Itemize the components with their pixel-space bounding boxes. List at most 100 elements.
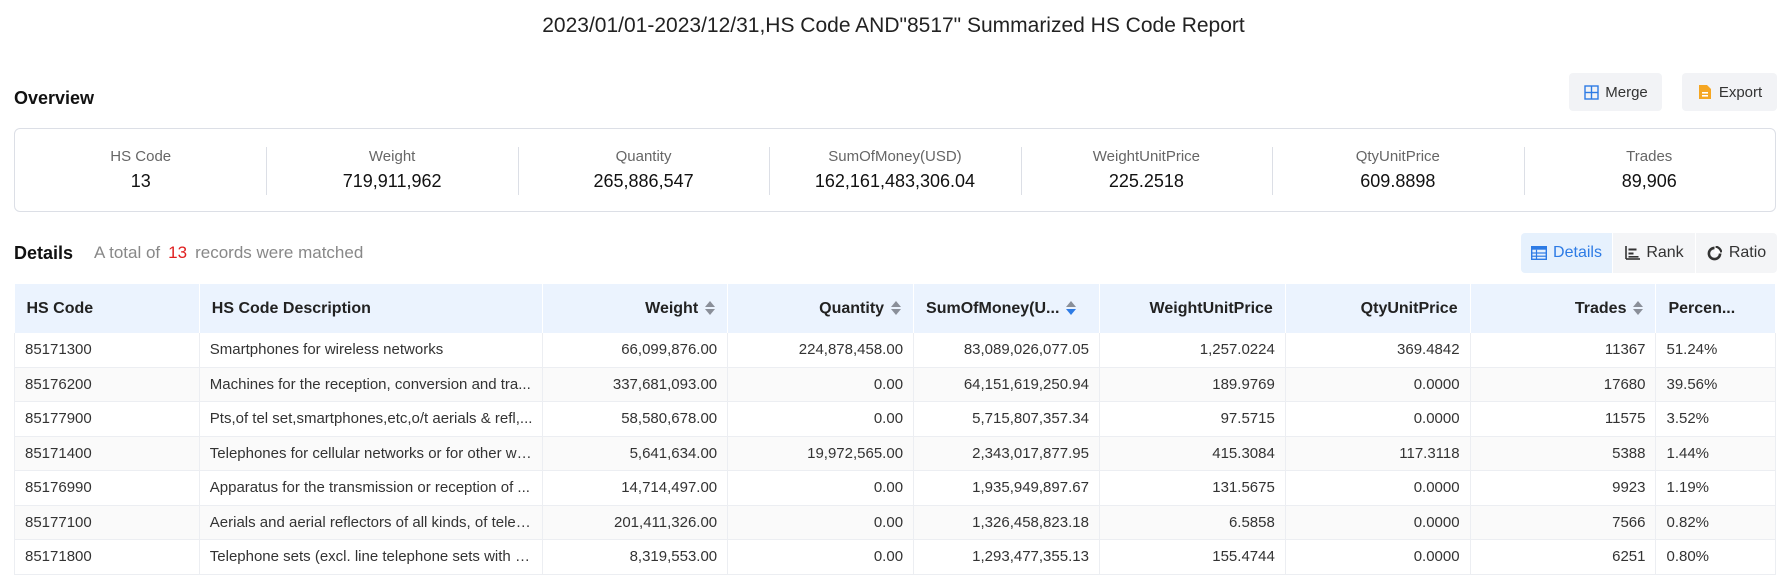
column-header-quantity[interactable]: Quantity xyxy=(727,284,915,333)
cell-weight-unit-price: 6.5858 xyxy=(1099,505,1286,540)
cell-hs-code: 85176200 xyxy=(14,367,200,402)
cell-weight: 337,681,093.00 xyxy=(542,367,729,402)
column-header-sum-of-money[interactable]: SumOfMoney(U... xyxy=(913,284,1100,333)
pie-chart-icon xyxy=(1707,245,1723,261)
cell-trades: 7566 xyxy=(1470,505,1657,540)
cell-qty-unit-price: 0.0000 xyxy=(1285,539,1471,575)
cell-description: Telephone sets (excl. line telephone set… xyxy=(199,539,544,575)
cell-sum-of-money: 1,293,477,355.13 xyxy=(913,539,1100,575)
cell-hs-code: 85171400 xyxy=(14,436,200,471)
cell-weight: 66,099,876.00 xyxy=(542,333,729,368)
cell-qty-unit-price: 0.0000 xyxy=(1285,367,1471,402)
cell-trades: 11575 xyxy=(1470,401,1657,437)
stat-label: QtyUnitPrice xyxy=(1355,148,1440,165)
stat-label: Weight xyxy=(368,148,416,165)
cell-trades: 11367 xyxy=(1470,333,1657,368)
export-icon xyxy=(1697,84,1713,100)
table-row[interactable]: 85171800 Telephone sets (excl. line telep… xyxy=(14,539,1776,575)
table-row[interactable]: 85176990 Apparatus for the transmission o… xyxy=(14,470,1776,506)
stat-value: 89,906 xyxy=(1621,171,1677,191)
cell-quantity: 0.00 xyxy=(727,401,915,437)
cell-sum-of-money: 83,089,026,077.05 xyxy=(913,333,1100,368)
column-header-description[interactable]: HS Code Description xyxy=(199,284,544,333)
stat-label: SumOfMoney(USD) xyxy=(828,148,962,165)
details-heading: Details xyxy=(14,243,74,263)
table-row[interactable]: 85171400 Telephones for cellular networks… xyxy=(14,436,1776,471)
column-header-hs-code[interactable]: HS Code xyxy=(14,284,200,333)
stat-value: 13 xyxy=(130,171,151,191)
stat-value: 719,911,962 xyxy=(342,171,442,191)
cell-description: Pts,of tel set,smartphones,etc,o/t aeria… xyxy=(199,401,544,437)
cell-quantity: 0.00 xyxy=(727,539,915,575)
column-header-qty-unit-price[interactable]: QtyUnitPrice xyxy=(1285,284,1471,333)
cell-percent: 3.52% xyxy=(1655,401,1776,437)
export-label: Export xyxy=(1718,83,1763,101)
column-header-label: Weight xyxy=(645,299,699,317)
cell-quantity: 19,972,565.00 xyxy=(727,436,915,471)
sort-icon[interactable] xyxy=(1633,301,1644,316)
cell-trades: 6251 xyxy=(1470,539,1657,575)
column-header-label: HS Code xyxy=(26,299,94,317)
cell-percent: 0.82% xyxy=(1655,505,1776,540)
table-row[interactable]: 85171300 Smartphones for wireless network… xyxy=(14,333,1776,368)
cell-weight-unit-price: 97.5715 xyxy=(1099,401,1286,437)
table-row[interactable]: 85177100 Aerials and aerial reflectors of… xyxy=(14,505,1776,540)
records-prefix: A total of xyxy=(94,243,161,262)
column-header-label: Trades xyxy=(1574,299,1627,317)
cell-hs-code: 85176990 xyxy=(14,470,200,506)
view-rank-label: Rank xyxy=(1646,244,1684,261)
column-header-weight-unit-price[interactable]: WeightUnitPrice xyxy=(1099,284,1286,333)
cell-hs-code: 85177100 xyxy=(14,505,200,540)
column-header-percent[interactable]: Percen... xyxy=(1655,284,1776,333)
cell-description: Aerials and aerial reflectors of all kin… xyxy=(199,505,544,540)
cell-qty-unit-price: 0.0000 xyxy=(1285,401,1471,437)
sort-icon[interactable] xyxy=(705,301,716,316)
merge-button[interactable]: Merge xyxy=(1569,73,1662,111)
records-suffix: records were matched xyxy=(195,243,364,262)
stat-label: Quantity xyxy=(615,148,672,165)
table-icon xyxy=(1531,245,1548,261)
merge-icon xyxy=(1583,84,1599,100)
merge-label: Merge xyxy=(1605,83,1648,101)
column-header-weight[interactable]: Weight xyxy=(542,284,729,333)
table-row[interactable]: 85176200 Machines for the reception, conv… xyxy=(14,367,1776,402)
column-header-label: SumOfMoney(U... xyxy=(926,299,1060,317)
cell-sum-of-money: 1,326,458,823.18 xyxy=(913,505,1100,540)
column-header-label: QtyUnitPrice xyxy=(1360,299,1458,317)
cell-qty-unit-price: 0.0000 xyxy=(1285,470,1471,506)
cell-percent: 1.19% xyxy=(1655,470,1776,506)
cell-hs-code: 85177900 xyxy=(14,401,200,437)
cell-hs-code: 85171800 xyxy=(14,539,200,575)
cell-sum-of-money: 1,935,949,897.67 xyxy=(913,470,1100,506)
sort-desc-active-icon[interactable] xyxy=(1066,301,1077,316)
stat-label: Trades xyxy=(1626,148,1673,165)
cell-qty-unit-price: 117.3118 xyxy=(1285,436,1471,471)
stat-trades: Trades 89,906 xyxy=(1523,145,1775,195)
stat-value: 225.2518 xyxy=(1108,171,1184,191)
cell-quantity: 0.00 xyxy=(727,505,915,540)
cell-percent: 0.80% xyxy=(1655,539,1776,575)
cell-sum-of-money: 64,151,619,250.94 xyxy=(913,367,1100,402)
cell-weight-unit-price: 1,257.0224 xyxy=(1099,333,1286,368)
export-button[interactable]: Export xyxy=(1682,73,1777,111)
sort-icon[interactable] xyxy=(891,301,902,316)
view-rank-button[interactable]: Rank xyxy=(1613,233,1695,273)
column-header-trades[interactable]: Trades xyxy=(1470,284,1657,333)
cell-percent: 51.24% xyxy=(1655,333,1776,368)
view-ratio-button[interactable]: Ratio xyxy=(1696,233,1777,273)
cell-sum-of-money: 2,343,017,877.95 xyxy=(913,436,1100,471)
cell-percent: 39.56% xyxy=(1655,367,1776,402)
cell-weight: 201,411,326.00 xyxy=(542,505,729,540)
cell-weight-unit-price: 155.4744 xyxy=(1099,539,1286,575)
stat-weight: Weight 719,911,962 xyxy=(266,145,517,195)
column-header-label: WeightUnitPrice xyxy=(1149,299,1273,317)
cell-weight: 5,641,634.00 xyxy=(542,436,729,471)
rank-icon xyxy=(1624,245,1640,261)
cell-quantity: 0.00 xyxy=(727,470,915,506)
view-details-button[interactable]: Details xyxy=(1521,233,1612,273)
column-header-label: HS Code Description xyxy=(211,299,371,317)
cell-weight: 8,319,553.00 xyxy=(542,539,729,575)
table-row[interactable]: 85177900 Pts,of tel set,smartphones,etc,o… xyxy=(14,401,1776,437)
cell-sum-of-money: 5,715,807,357.34 xyxy=(913,401,1100,437)
column-header-label: Quantity xyxy=(819,299,885,317)
